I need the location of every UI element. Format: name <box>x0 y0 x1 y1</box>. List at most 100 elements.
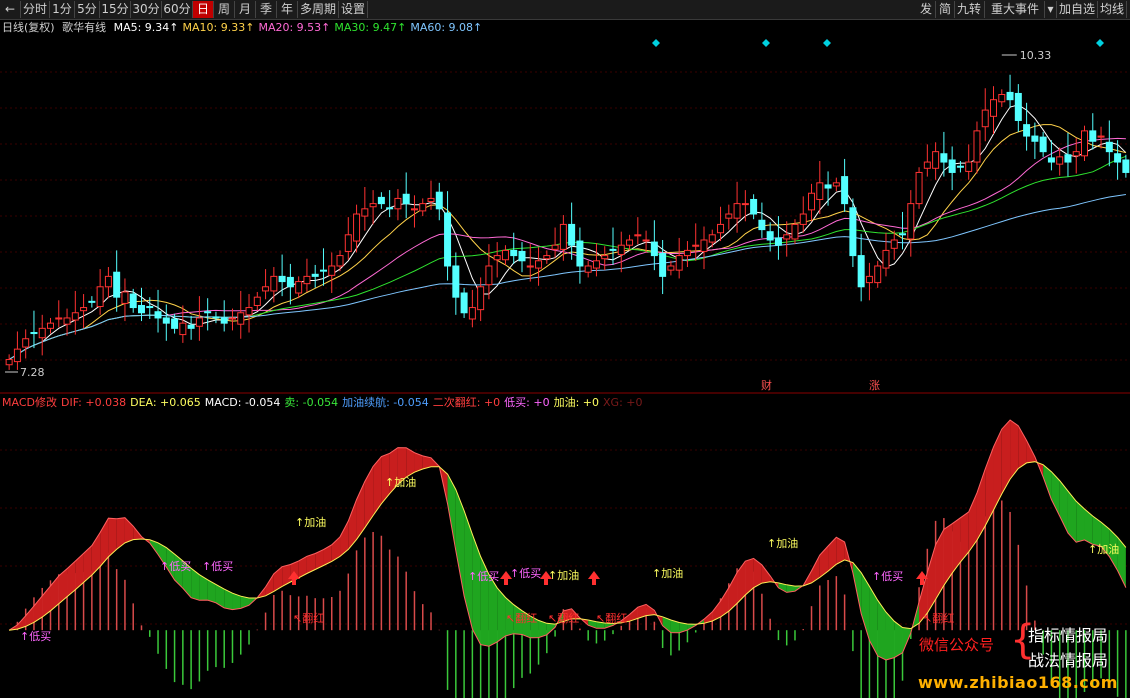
macd-fill <box>1001 420 1011 494</box>
macd-fill <box>67 561 76 597</box>
candle-body <box>849 207 857 257</box>
candle-body <box>162 317 170 324</box>
macd-fill <box>364 466 374 528</box>
candle-body <box>344 234 352 252</box>
diamond-icon <box>823 39 831 47</box>
candle-body <box>832 182 840 187</box>
macd-fill <box>861 572 870 641</box>
candle-body <box>518 250 526 262</box>
candle-body <box>369 203 377 208</box>
candle-body <box>435 191 443 210</box>
candle-body <box>46 322 54 329</box>
candle-body <box>361 208 369 217</box>
candle-body <box>559 223 567 250</box>
high-label: 10.33 <box>1020 49 1052 62</box>
candle-body <box>998 93 1006 103</box>
candle-body <box>386 207 394 210</box>
candle-body <box>328 265 336 276</box>
candle-body <box>874 265 882 284</box>
candle-body <box>510 249 518 257</box>
candle-body <box>1081 130 1089 157</box>
candle-body <box>733 203 741 219</box>
candle-body <box>468 307 476 320</box>
candle-body <box>179 322 187 336</box>
macd-fill <box>75 553 84 590</box>
candle-body <box>88 300 96 303</box>
candle-body <box>766 231 774 241</box>
candle-body <box>526 265 534 268</box>
candle-body <box>932 151 940 169</box>
candle-body <box>22 338 30 348</box>
ma-line <box>8 155 1127 360</box>
candle-body <box>96 286 104 308</box>
candle-body <box>319 269 327 272</box>
macd-fill <box>348 499 357 550</box>
macd-fill <box>927 544 936 614</box>
candle-body <box>601 255 609 260</box>
candle-body <box>55 317 63 320</box>
diamond-icon <box>762 39 770 47</box>
macd-fill <box>83 545 92 583</box>
candle-body <box>650 241 658 257</box>
turn-red-signal: ↖翻红 <box>596 611 627 625</box>
candle-body <box>890 239 898 249</box>
candle-body <box>841 176 849 205</box>
candle-body <box>402 193 410 205</box>
macd-fill <box>191 568 200 601</box>
candle-body <box>1056 156 1064 165</box>
macd-fill <box>646 604 655 616</box>
watermark-line1: 指标情报局 <box>1028 626 1109 645</box>
turn-red-signal: ↖翻红 <box>506 611 537 625</box>
candle-body <box>592 260 600 269</box>
candle-body <box>171 318 179 329</box>
candle-body <box>981 109 989 128</box>
event-tag: 涨 <box>869 379 880 392</box>
candle-body <box>1114 153 1122 163</box>
candle-body <box>444 212 452 267</box>
candle-body <box>377 196 385 205</box>
candle-body <box>13 348 21 363</box>
add-fuel-signal: ↑加油 <box>295 515 326 529</box>
watermark-wechat: 微信公众号 <box>919 636 995 654</box>
candle-body <box>915 171 923 205</box>
candle-body <box>1089 130 1097 142</box>
candle-body <box>882 249 890 269</box>
candle-body <box>700 239 708 252</box>
watermark-site: www.zhibiao168.com <box>918 673 1118 692</box>
turn-red-signal: ↖翻红 <box>548 611 579 625</box>
macd-fill <box>1084 509 1093 545</box>
candle-body <box>1047 157 1055 163</box>
candle-body <box>816 182 824 200</box>
candle-body <box>783 234 791 240</box>
candle-body <box>336 255 344 267</box>
event-tag: 财 <box>761 378 772 392</box>
candle-body <box>1122 159 1130 173</box>
macd-fill <box>960 511 969 563</box>
candle-body <box>750 198 758 215</box>
low-label: 7.28 <box>20 366 45 379</box>
low-buy-signal: ↑低买 <box>872 570 903 583</box>
candle-body <box>121 291 129 304</box>
candle-body <box>204 311 212 314</box>
chart-area: 10.33 7.28 财 涨 ↑低买 ↑低买 ↑低买 ↑低买 ↑低买 ↑低买 ↑加油 ↑加油 ↑加油 ↑加… <box>0 39 1130 698</box>
low-buy-signal: ↑低买 <box>20 630 51 643</box>
candle-body <box>774 237 782 246</box>
candle-body <box>1023 124 1031 137</box>
candle-body <box>278 275 286 283</box>
candle-body <box>948 159 956 173</box>
up-arrow-icon <box>588 571 600 585</box>
candle-body <box>923 161 931 169</box>
candle-body <box>1064 154 1072 163</box>
candle-body <box>303 275 311 285</box>
candle-body <box>799 213 807 225</box>
candle-body <box>1031 135 1039 142</box>
candle-body <box>642 239 650 242</box>
candle-body <box>493 255 501 261</box>
candle-body <box>410 208 418 211</box>
candle-body <box>253 296 261 306</box>
candle-body <box>551 244 559 250</box>
candle-body <box>791 223 799 240</box>
candle-body <box>741 203 749 206</box>
candle-body <box>626 239 634 246</box>
macd-fill <box>935 529 944 600</box>
